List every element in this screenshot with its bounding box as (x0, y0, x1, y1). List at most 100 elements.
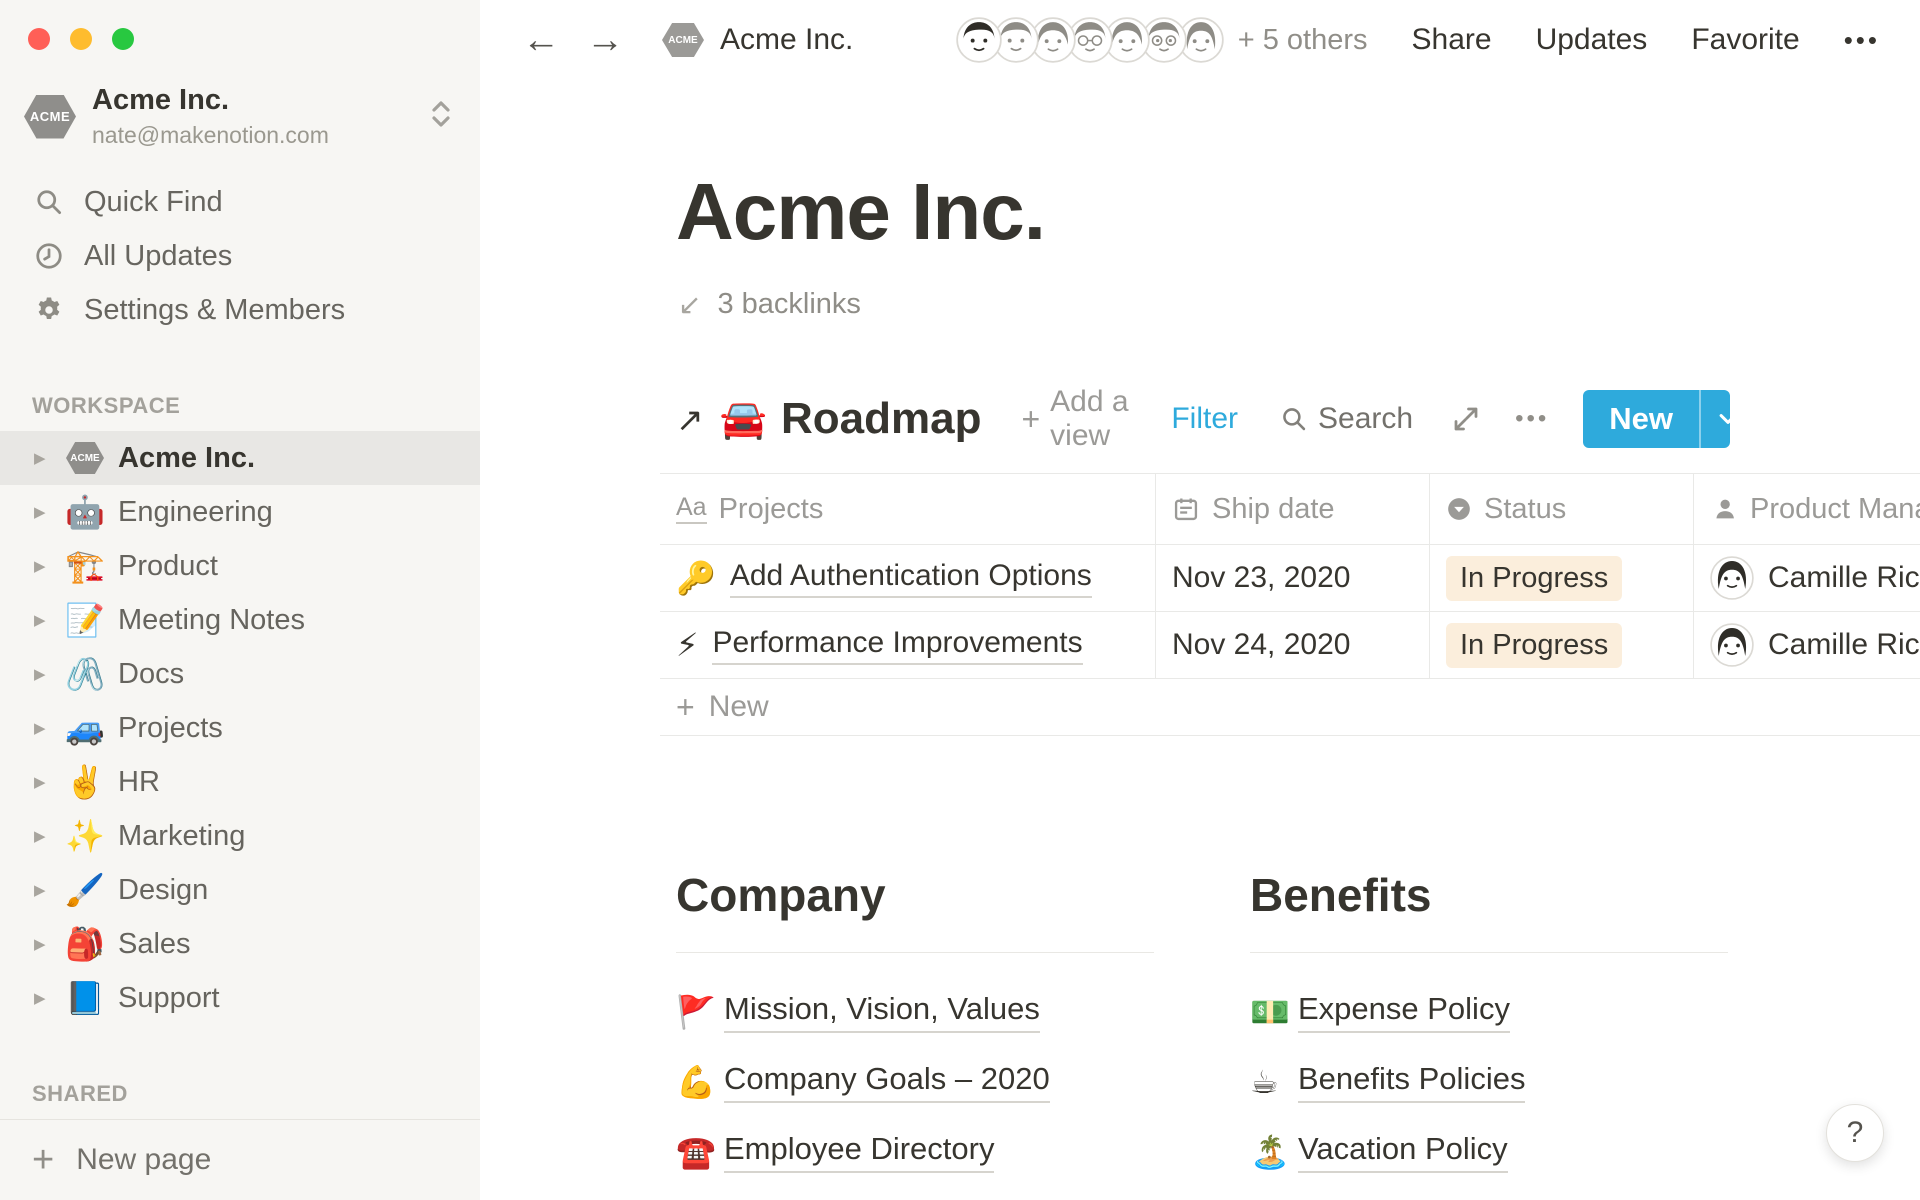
backlinks-link[interactable]: ↙ 3 backlinks (678, 288, 1920, 321)
filter-button[interactable]: Filter (1171, 402, 1238, 436)
page-link-benefits-policies[interactable]: ☕ Benefits Policies (1250, 1047, 1728, 1117)
open-as-page-arrow-icon[interactable]: ↗ (676, 400, 704, 439)
new-page-button[interactable]: + New page (0, 1119, 480, 1200)
acme-logo-icon: ACME (64, 442, 106, 474)
expand-icon[interactable] (1451, 404, 1481, 434)
shared-section-label: SHARED (32, 1081, 480, 1107)
page-title[interactable]: Acme Inc. (676, 166, 1920, 258)
key-icon: 🔑 (676, 559, 716, 597)
sidebar-item-projects[interactable]: ▶ 🚙 Projects (0, 701, 480, 755)
page-link-expense-policy[interactable]: 💵 Expense Policy (1250, 977, 1728, 1047)
sidebar-item-hr[interactable]: ▶ ✌️ HR (0, 755, 480, 809)
updates-button[interactable]: Updates (1536, 23, 1648, 57)
calendar-icon (1172, 495, 1200, 523)
page-link-company-goals[interactable]: 💪 Company Goals – 2020 (676, 1047, 1154, 1117)
sidebar-item-acme-inc[interactable]: ▶ ACME Acme Inc. (0, 431, 480, 485)
sidebar-item-product[interactable]: ▶ 🏗️ Product (0, 539, 480, 593)
expand-triangle-icon[interactable]: ▶ (34, 449, 64, 467)
sidebar-item-label: Design (118, 874, 208, 907)
workspace-switcher[interactable]: ACME Acme Inc. nate@makenotion.com (24, 84, 454, 149)
share-button[interactable]: Share (1412, 23, 1492, 57)
lightning-icon: ⚡ (676, 626, 698, 664)
expand-triangle-icon[interactable]: ▶ (34, 827, 64, 845)
project-cell[interactable]: ⚡ Performance Improvements (660, 612, 1156, 678)
ship-date-cell[interactable]: Nov 24, 2020 (1156, 612, 1430, 678)
new-row-label: New (709, 690, 769, 724)
expand-triangle-icon[interactable]: ▶ (34, 935, 64, 953)
page-link-label: Expense Policy (1298, 991, 1510, 1033)
zoom-window-button[interactable] (112, 28, 134, 50)
workspace-tree: ▶ ACME Acme Inc. ▶ 🤖 Engineering ▶ 🏗️ Pr… (0, 431, 480, 1025)
expand-triangle-icon[interactable]: ▶ (34, 557, 64, 575)
sidebar-item-meeting-notes[interactable]: ▶ 📝 Meeting Notes (0, 593, 480, 647)
column-header-projects[interactable]: Aa Projects (660, 474, 1156, 544)
expand-triangle-icon[interactable]: ▶ (34, 719, 64, 737)
sidebar-item-all-updates[interactable]: All Updates (0, 229, 480, 283)
sidebar-item-engineering[interactable]: ▶ 🤖 Engineering (0, 485, 480, 539)
favorite-button[interactable]: Favorite (1691, 23, 1799, 57)
database-more-button[interactable]: ••• (1515, 405, 1549, 433)
sidebar-item-label: Sales (118, 928, 191, 961)
search-icon (1280, 405, 1308, 433)
page-link-office-manual[interactable]: 📘 Office Manual (676, 1187, 1154, 1200)
page-link-label: Vacation Policy (1298, 1131, 1508, 1173)
sidebar-item-marketing[interactable]: ▶ ✨ Marketing (0, 809, 480, 863)
breadcrumb[interactable]: ACME Acme Inc. (662, 23, 853, 57)
plus-icon: + (676, 689, 695, 726)
link-sections: Company 🚩 Mission, Vision, Values 💪 Comp… (676, 868, 1728, 1200)
expand-triangle-icon[interactable]: ▶ (34, 665, 64, 683)
more-options-button[interactable]: ••• (1844, 25, 1880, 56)
column-label: Projects (719, 493, 824, 526)
page-link-employee-directory[interactable]: ☎️ Employee Directory (676, 1117, 1154, 1187)
table-row[interactable]: 🔑 Add Authentication Options Nov 23, 202… (660, 545, 1920, 612)
forward-arrow-button[interactable]: → (586, 21, 624, 59)
sidebar-item-support[interactable]: ▶ 📘 Support (0, 971, 480, 1025)
search-button[interactable]: Search (1280, 402, 1413, 436)
select-property-icon (1446, 496, 1472, 522)
others-count[interactable]: + 5 others (1238, 24, 1368, 57)
table-new-row-button[interactable]: + New (660, 679, 1920, 736)
expand-triangle-icon[interactable]: ▶ (34, 611, 64, 629)
collaborator-avatars[interactable] (956, 17, 1224, 63)
page-link-vacation-policy[interactable]: 🏝️ Vacation Policy (1250, 1117, 1728, 1187)
sidebar-item-docs[interactable]: ▶ 🖇️ Docs (0, 647, 480, 701)
sidebar-item-design[interactable]: ▶ 🖌️ Design (0, 863, 480, 917)
chevron-down-icon[interactable] (1699, 390, 1730, 448)
flexed-biceps-icon: 💪 (676, 1063, 724, 1101)
minimize-window-button[interactable] (70, 28, 92, 50)
new-record-button[interactable]: New (1583, 390, 1730, 448)
expand-triangle-icon[interactable]: ▶ (34, 989, 64, 1007)
expand-triangle-icon[interactable]: ▶ (34, 773, 64, 791)
memo-icon: 📝 (64, 601, 106, 639)
close-window-button[interactable] (28, 28, 50, 50)
sidebar-item-quick-find[interactable]: Quick Find (0, 175, 480, 229)
backpack-icon: 🎒 (64, 925, 106, 963)
blue-book-icon: 📘 (64, 979, 106, 1017)
roadmap-title-link[interactable]: Roadmap (781, 394, 981, 444)
project-page-link[interactable]: Performance Improvements (712, 626, 1082, 665)
expand-triangle-icon[interactable]: ▶ (34, 503, 64, 521)
backlink-arrow-icon: ↙ (678, 288, 701, 321)
page-link-mission-vision-values[interactable]: 🚩 Mission, Vision, Values (676, 977, 1154, 1047)
column-header-product-manager[interactable]: Product Manager (1694, 474, 1920, 544)
sparkles-icon: ✨ (64, 817, 106, 855)
help-button[interactable]: ? (1826, 1104, 1884, 1162)
expand-triangle-icon[interactable]: ▶ (34, 881, 64, 899)
sidebar-item-settings-members[interactable]: Settings & Members (0, 283, 480, 337)
column-label: Status (1484, 493, 1566, 526)
project-cell[interactable]: 🔑 Add Authentication Options (660, 545, 1156, 611)
back-arrow-button[interactable]: ← (522, 21, 560, 59)
product-manager-cell[interactable]: Camille Ricketts (1694, 545, 1920, 611)
sidebar-item-sales[interactable]: ▶ 🎒 Sales (0, 917, 480, 971)
project-page-link[interactable]: Add Authentication Options (730, 559, 1092, 598)
status-cell[interactable]: In Progress (1430, 545, 1694, 611)
table-row[interactable]: ⚡ Performance Improvements Nov 24, 2020 … (660, 612, 1920, 679)
ship-date-cell[interactable]: Nov 23, 2020 (1156, 545, 1430, 611)
product-manager-cell[interactable]: Camille Ricketts (1694, 612, 1920, 678)
avatar[interactable] (956, 17, 1002, 63)
backlinks-label: 3 backlinks (717, 288, 860, 321)
status-cell[interactable]: In Progress (1430, 612, 1694, 678)
column-header-status[interactable]: Status (1430, 474, 1694, 544)
add-view-button[interactable]: + Add a view (1021, 385, 1171, 453)
column-header-ship-date[interactable]: Ship date (1156, 474, 1430, 544)
